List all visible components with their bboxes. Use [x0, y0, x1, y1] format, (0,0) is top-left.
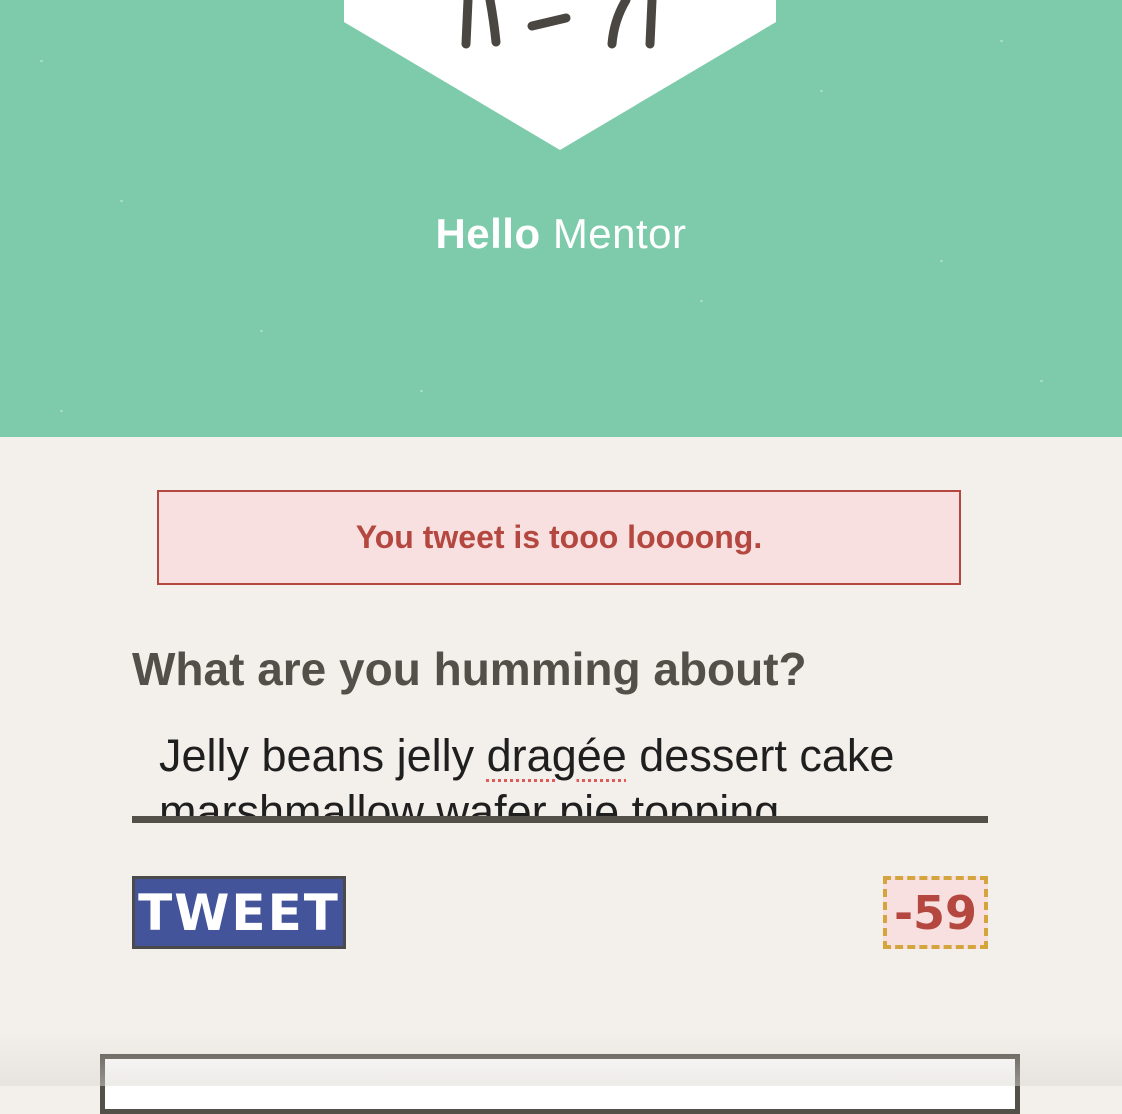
- texture-speck: [120, 200, 123, 202]
- robot-avatar-icon: [344, 0, 776, 150]
- tweet-text[interactable]: Jelly beans jelly dragée dessert cake ma…: [159, 728, 959, 816]
- tweet-text-part: Jelly beans jelly: [159, 730, 487, 781]
- texture-speck: [700, 300, 703, 302]
- texture-speck: [820, 90, 823, 92]
- greeting-username: Mentor: [552, 210, 687, 257]
- texture-speck: [1000, 40, 1003, 42]
- texture-speck: [260, 330, 263, 332]
- texture-speck: [940, 260, 943, 262]
- compose-label: What are you humming about?: [132, 643, 807, 695]
- tweet-button[interactable]: TWEET: [132, 876, 346, 949]
- greeting-title: Hello Mentor: [0, 210, 1122, 258]
- tweet-textarea[interactable]: Jelly beans jelly dragée dessert cake ma…: [132, 724, 988, 823]
- texture-speck: [40, 60, 43, 62]
- error-alert-message: You tweet is tooo loooong.: [355, 519, 763, 555]
- profile-header: Hello Mentor: [0, 0, 1122, 437]
- character-counter: -59: [883, 876, 988, 949]
- next-card: [100, 1054, 1020, 1114]
- texture-speck: [60, 410, 63, 412]
- greeting-hello: Hello: [435, 210, 541, 257]
- misspelled-word: dragée: [486, 730, 627, 781]
- texture-speck: [420, 390, 423, 392]
- error-alert: You tweet is tooo loooong.: [157, 490, 961, 585]
- texture-speck: [1040, 380, 1043, 382]
